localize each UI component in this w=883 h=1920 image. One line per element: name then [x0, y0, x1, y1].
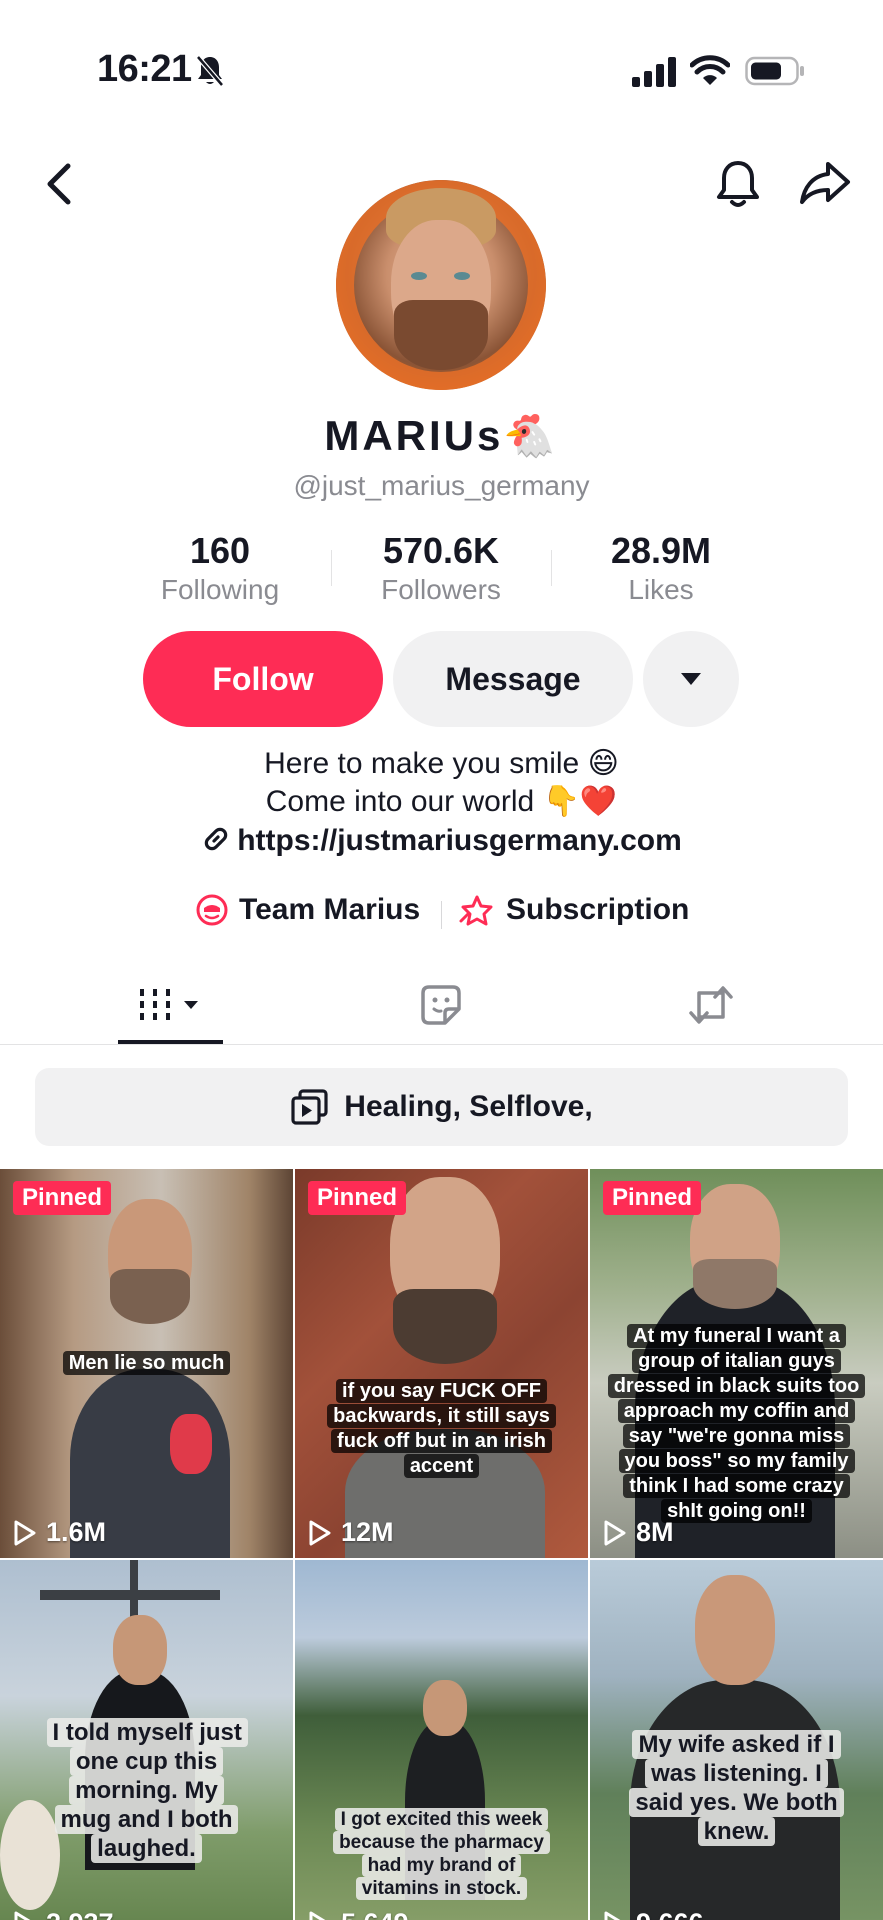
bio-line: Come into our world 👇❤️	[265, 785, 618, 818]
video-caption: I got excited this week because the phar…	[332, 1808, 552, 1900]
follow-button[interactable]: Follow	[143, 631, 383, 727]
view-count: 12M	[307, 1517, 394, 1548]
tab-reposts[interactable]	[661, 965, 761, 1045]
status-time: 16:21	[97, 48, 192, 90]
subscription-icon	[459, 895, 493, 926]
video-tile[interactable]: Pinned At my funeral I want a group of i…	[590, 1169, 883, 1558]
video-caption: Men lie so much	[47, 1351, 247, 1376]
bio-link[interactable]: https://justmariusgermany.com	[0, 824, 883, 858]
profile-stats: 160 Following 570.6K Followers 28.9M Lik…	[0, 530, 883, 610]
play-icon	[14, 1911, 32, 1920]
profile-badges: Team Marius Subscription	[0, 893, 883, 937]
following-label: Following	[160, 574, 280, 605]
stat-divider	[551, 550, 552, 586]
tab-videos[interactable]	[118, 965, 223, 1045]
playlist-icon	[291, 1089, 328, 1125]
tab-favorites[interactable]	[391, 965, 491, 1045]
video-caption: if you say FUCK OFF backwards, it still …	[327, 1379, 557, 1479]
video-tile[interactable]: I told myself just one cup this morning.…	[0, 1560, 293, 1920]
sticker-icon	[421, 985, 461, 1025]
view-count: 9,666	[602, 1908, 704, 1920]
bio-line: Here to make you smile 😄	[264, 747, 619, 780]
content-tabs	[0, 965, 883, 1045]
subscription-label: Subscription	[506, 893, 690, 926]
team-label: Team Marius	[239, 893, 421, 926]
view-count: 2,937	[12, 1908, 114, 1920]
pinned-badge: Pinned	[308, 1181, 407, 1215]
likes-label: Likes	[628, 574, 694, 605]
link-icon	[204, 827, 228, 851]
playlist-chip[interactable]: Healing, Selflove,	[35, 1068, 848, 1146]
repost-icon	[689, 986, 733, 1024]
status-bar: 16:21	[0, 0, 883, 110]
videos-grid-icon	[139, 989, 198, 1021]
followers-stat[interactable]: 570.6K Followers	[351, 530, 531, 606]
avatar[interactable]	[336, 180, 546, 390]
message-button[interactable]: Message	[393, 631, 633, 727]
video-grid: Pinned Men lie so much 1.6M Pinned if yo…	[0, 1169, 883, 1920]
play-icon	[14, 1520, 36, 1545]
likes-stat[interactable]: 28.9M Likes	[571, 530, 751, 606]
play-icon	[604, 1911, 622, 1920]
share-icon[interactable]	[798, 160, 852, 206]
display-name: MARIUѕ🐔	[324, 412, 559, 459]
likes-count: 28.9M	[610, 530, 712, 571]
stat-divider	[331, 550, 332, 586]
playlist-label: Healing, Selflove,	[344, 1090, 593, 1123]
video-tile[interactable]: Pinned Men lie so much 1.6M	[0, 1169, 293, 1558]
followers-label: Followers	[381, 574, 501, 605]
battery-icon	[745, 56, 804, 86]
video-caption: At my funeral I want a group of italian …	[607, 1324, 867, 1524]
team-icon	[196, 894, 228, 926]
wifi-icon	[690, 55, 730, 85]
video-caption: I told myself just one cup this morning.…	[46, 1718, 248, 1863]
video-caption: My wife asked if I was listening. I said…	[627, 1730, 847, 1846]
video-tile[interactable]: Pinned if you say FUCK OFF backwards, it…	[295, 1169, 588, 1558]
pinned-badge: Pinned	[603, 1181, 702, 1215]
play-icon	[604, 1520, 626, 1545]
following-stat[interactable]: 160 Following	[130, 530, 310, 606]
back-icon[interactable]	[40, 160, 80, 208]
followers-count: 570.6K	[382, 530, 500, 571]
video-tile[interactable]: I got excited this week because the phar…	[295, 1560, 588, 1920]
pinned-badge: Pinned	[13, 1181, 112, 1215]
bell-icon[interactable]	[714, 158, 762, 210]
view-count: 5,649	[307, 1908, 409, 1920]
badge-divider	[441, 901, 442, 929]
bio-link-text: https://justmariusgermany.com	[237, 824, 682, 857]
view-count: 1.6M	[12, 1517, 106, 1548]
view-count: 8M	[602, 1517, 674, 1548]
bell-off-icon	[196, 55, 224, 87]
bio: Here to make you smile 😄 Come into our w…	[0, 745, 883, 821]
active-tab-indicator	[118, 1040, 223, 1044]
signal-icon	[632, 57, 676, 87]
play-icon	[309, 1520, 331, 1545]
caret-down-icon	[681, 673, 701, 685]
video-tile[interactable]: My wife asked if I was listening. I said…	[590, 1560, 883, 1920]
suggested-accounts-button[interactable]	[643, 631, 739, 727]
subscription-badge[interactable]: Subscription	[458, 893, 689, 927]
play-icon	[309, 1911, 327, 1920]
username-handle: @just_marius_germany	[293, 470, 590, 501]
following-count: 160	[189, 530, 251, 571]
team-badge[interactable]: Team Marius	[195, 893, 420, 927]
